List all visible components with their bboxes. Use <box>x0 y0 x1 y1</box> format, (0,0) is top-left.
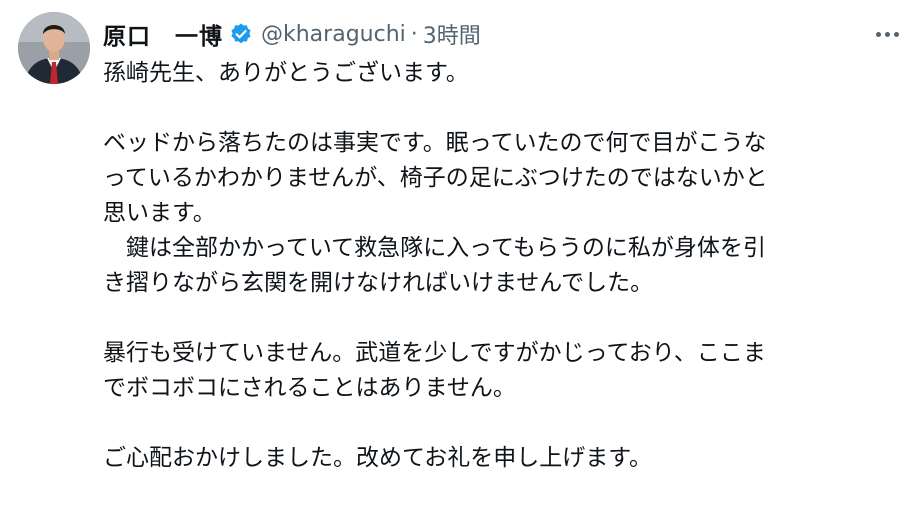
tweet-line: でボコボコにされることはありません。 <box>103 375 516 401</box>
tweet-timestamp[interactable]: 3時間 <box>423 18 481 50</box>
tweet-line: 思います。 <box>103 200 216 226</box>
tweet-line: っているかわかりませんが、椅子の足にぶつけたのではないかと <box>103 165 768 191</box>
tweet-card: 原口 一博 @kharaguchi · 3時間 孫崎先生、ありがとうございます。… <box>0 0 921 508</box>
separator-dot: · <box>410 21 418 47</box>
tweet-line: 鍵は全部かかっていて救急隊に入ってもらうのに私が身体を引 <box>103 235 766 261</box>
tweet-text: 孫崎先生、ありがとうございます。 ベッドから落ちたのは事実です。眠っていたので何… <box>103 56 893 476</box>
tweet-line: き摺りながら玄関を開けなければいけませんでした。 <box>103 270 654 296</box>
tweet-header: 原口 一博 @kharaguchi · 3時間 <box>103 14 905 54</box>
user-handle[interactable]: @kharaguchi <box>261 22 406 47</box>
tweet-line: ベッドから落ちたのは事実です。眠っていたので何で目がこうな <box>103 130 767 156</box>
tweet-line: 孫崎先生、ありがとうございます。 <box>103 60 469 86</box>
avatar-image <box>18 12 90 84</box>
verified-badge-icon <box>231 23 251 44</box>
avatar[interactable] <box>18 12 90 84</box>
tweet-line: 暴行も受けていません。武道を少しですがかじっており、ここま <box>103 340 766 366</box>
tweet-line: ご心配おかけしました。改めてお礼を申し上げます。 <box>103 445 653 471</box>
user-name[interactable]: 原口 一博 <box>103 17 223 51</box>
more-options-icon[interactable] <box>869 20 905 48</box>
